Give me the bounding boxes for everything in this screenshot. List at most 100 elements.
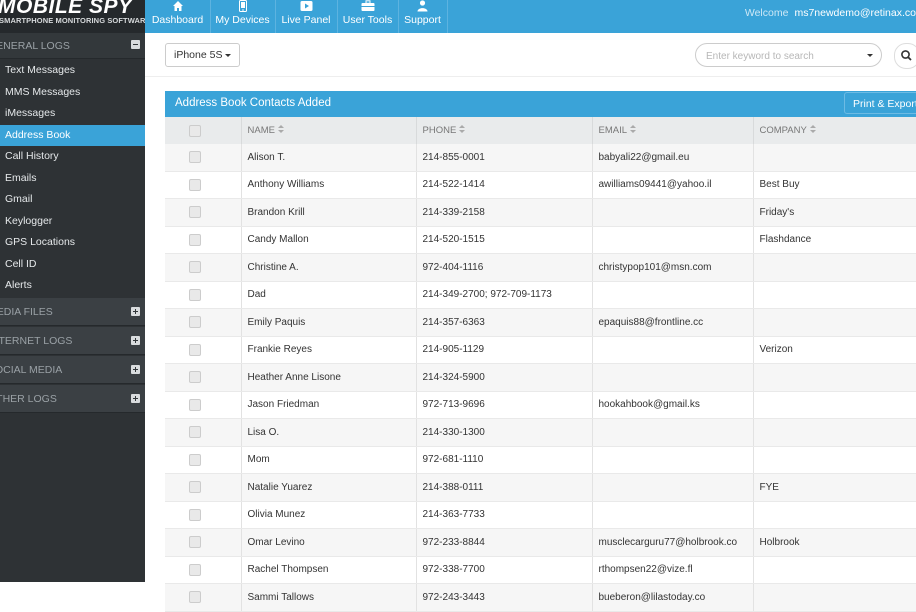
row-checkbox[interactable] [189, 591, 201, 604]
nav-dashboard[interactable]: Dashboard [145, 0, 211, 33]
cell-company: Verizon [753, 336, 916, 364]
nav-support[interactable]: Support [398, 0, 448, 33]
cell-email: musclecarguru77@holbrook.co [592, 528, 754, 557]
collapse-icon[interactable] [131, 40, 140, 49]
table-header-row: NAME PHONE EMAIL COMPANY [165, 117, 916, 144]
row-checkbox[interactable] [189, 481, 201, 494]
cell-name: Emily Paquis [241, 308, 417, 337]
row-checkbox[interactable] [189, 536, 201, 549]
chevron-down-icon [225, 53, 232, 57]
table-row[interactable]: Emily Paquis 214-357-6363 epaquis88@frontl… [165, 308, 916, 337]
sidebar-item-text-messages[interactable]: Text Messages [0, 60, 145, 82]
search-button[interactable] [894, 43, 916, 69]
row-checkbox[interactable] [189, 206, 201, 219]
cell-email: hookahbook@gmail.ks [592, 391, 754, 419]
row-checkbox[interactable] [189, 233, 201, 246]
table-row[interactable]: Mom 972-681-1110 [165, 446, 916, 474]
expand-icon[interactable] [131, 335, 140, 345]
cell-email [592, 446, 754, 474]
cell-company [753, 308, 916, 337]
table-row[interactable]: Brandon Krill 214-339-2158 Friday's [165, 198, 916, 227]
section-media-files[interactable]: MEDIA FILES [0, 297, 145, 326]
section-internet-logs[interactable]: INTERNET LOGS [0, 326, 145, 355]
row-checkbox[interactable] [189, 343, 201, 356]
select-all-checkbox[interactable] [189, 124, 201, 137]
cell-company [753, 446, 916, 474]
cell-company [753, 418, 916, 447]
cell-phone: 214-522-1414 [416, 171, 593, 199]
logo[interactable]: MOBILE SPY SMARTPHONE MONITORING SOFTWAR… [0, 0, 145, 33]
row-select-cell [165, 446, 242, 474]
row-checkbox[interactable] [189, 453, 201, 466]
table-row[interactable]: Rachel Thompsen 972-338-7700 rthompsen22@v… [165, 556, 916, 584]
section-social-media[interactable]: SOCIAL MEDIA [0, 355, 145, 384]
search-input[interactable] [704, 47, 858, 65]
table-row[interactable]: Omar Levino 972-233-8844 musclecarguru77@h… [165, 528, 916, 557]
table-row[interactable]: Lisa O. 214-330-1300 [165, 418, 916, 447]
column-label: NAME [247, 125, 275, 136]
sidebar-item-gmail[interactable]: Gmail [0, 189, 145, 211]
cell-email: bueberon@lilastoday.co [592, 583, 754, 612]
sidebar-item-call-history[interactable]: Call History [0, 146, 145, 168]
table-row[interactable]: Candy Mallon 214-520-1515 Flashdance [165, 226, 916, 254]
table-row[interactable]: Anthony Williams 214-522-1414 awilliams094… [165, 171, 916, 199]
video-icon [275, 0, 337, 14]
sidebar-item-imessages[interactable]: iMessages [0, 103, 145, 125]
row-checkbox[interactable] [189, 508, 201, 521]
sidebar-item-gps-locations[interactable]: GPS Locations [0, 232, 145, 254]
cell-phone: 214-339-2158 [416, 198, 593, 227]
row-checkbox[interactable] [189, 261, 201, 274]
expand-icon[interactable] [131, 393, 140, 403]
section-other-logs[interactable]: OTHER LOGS [0, 384, 145, 413]
sidebar-item-alerts[interactable]: Alerts [0, 275, 145, 297]
row-checkbox[interactable] [189, 178, 201, 191]
row-checkbox[interactable] [189, 398, 201, 411]
cell-phone: 214-363-7733 [416, 501, 593, 529]
user-email: ms7newdemo@retinax.co [794, 7, 916, 19]
table-row[interactable]: Jason Friedman 972-713-9696 hookahbook@gma… [165, 391, 916, 419]
table-row[interactable]: Natalie Yuarez 214-388-0111 FYE [165, 473, 916, 502]
cell-name: Omar Levino [241, 528, 417, 557]
section-title: SOCIAL MEDIA [0, 363, 63, 376]
section-general-logs[interactable]: GENERAL LOGS [0, 33, 145, 59]
cell-email: epaquis88@frontline.cc [592, 308, 754, 337]
general-logs-list: Text Messages MMS Messages iMessages Add… [0, 59, 145, 297]
sidebar-item-keylogger[interactable]: Keylogger [0, 211, 145, 233]
table-row[interactable]: Heather Anne Lisone 214-324-5900 [165, 363, 916, 392]
row-checkbox[interactable] [189, 426, 201, 439]
cell-email [592, 501, 754, 529]
table-row[interactable]: Frankie Reyes 214-905-1129 Verizon [165, 336, 916, 364]
column-header-name[interactable]: NAME [241, 117, 417, 144]
nav-user-tools[interactable]: User Tools [337, 0, 399, 33]
search-dropdown-icon[interactable] [867, 54, 873, 57]
search-box[interactable] [695, 43, 882, 67]
cell-phone: 214-330-1300 [416, 418, 593, 447]
expand-icon[interactable] [131, 364, 140, 374]
nav-my-devices[interactable]: My Devices [210, 0, 276, 33]
table-row[interactable]: Sammi Tallows 972-243-3443 bueberon@lilast… [165, 583, 916, 612]
device-select-button[interactable]: iPhone 5S [165, 43, 241, 67]
nav-live-panel[interactable]: Live Panel [275, 0, 338, 33]
column-header-email[interactable]: EMAIL [592, 117, 754, 144]
row-checkbox[interactable] [189, 371, 201, 384]
table-row[interactable]: Dad 214-349-2700; 972-709-1173 [165, 281, 916, 309]
column-header-phone[interactable]: PHONE [416, 117, 593, 144]
table-row[interactable]: Olivia Munez 214-363-7733 [165, 501, 916, 529]
row-checkbox[interactable] [189, 316, 201, 329]
column-header-company[interactable]: COMPANY [753, 117, 916, 144]
table-row[interactable]: Alison T. 214-855-0001 babyali22@gmail.eu [165, 144, 916, 172]
sidebar-item-mms-messages[interactable]: MMS Messages [0, 82, 145, 104]
cell-email [592, 226, 754, 254]
nav-label: Dashboard [151, 14, 204, 26]
welcome-user[interactable]: Welcome ms7newdemo@retinax.co [745, 7, 916, 19]
expand-icon[interactable] [131, 306, 140, 316]
row-checkbox[interactable] [189, 563, 201, 576]
row-checkbox[interactable] [189, 288, 201, 301]
print-export-button[interactable]: Print & Export [844, 92, 916, 114]
sidebar-item-emails[interactable]: Emails [0, 168, 145, 190]
table-row[interactable]: Christine A. 972-404-1116 christypop101@ms… [165, 253, 916, 282]
sidebar-item-address-book[interactable]: Address Book [0, 124, 145, 146]
sidebar-item-cell-id[interactable]: Cell ID [0, 254, 145, 276]
cell-phone: 214-388-0111 [416, 473, 593, 502]
row-checkbox[interactable] [189, 151, 201, 164]
